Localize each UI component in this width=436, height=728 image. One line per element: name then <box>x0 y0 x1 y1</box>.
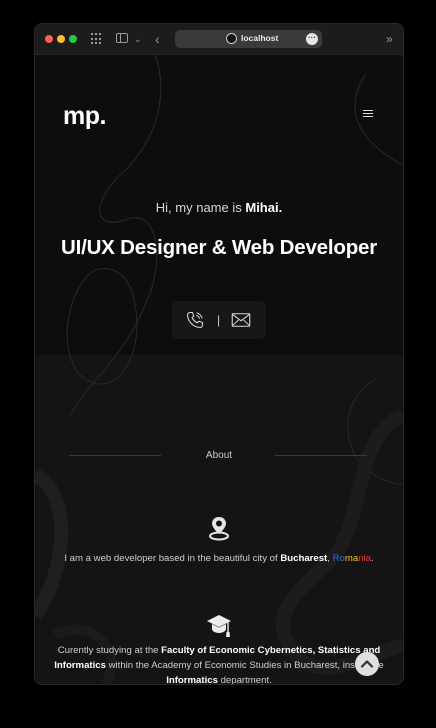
greeting-prefix: Hi, my name is <box>155 200 246 215</box>
url-text: localhost <box>241 33 279 43</box>
chevron-up-icon <box>360 660 374 668</box>
edu-suffix: department. <box>217 675 272 684</box>
page-content: mp. Hi, my name is Mihai. UI/UX Designer… <box>35 55 403 684</box>
menu-icon[interactable] <box>363 110 373 118</box>
decorative-lines <box>35 55 403 684</box>
graduation-cap-icon <box>207 615 231 637</box>
city: Bucharest <box>280 553 328 564</box>
mail-icon[interactable] <box>231 312 251 328</box>
address-bar[interactable]: localhost ··· <box>175 30 322 48</box>
globe-icon <box>226 33 237 44</box>
location-text: I am a web developer based in the beauti… <box>35 553 403 564</box>
zoom-window-button[interactable] <box>69 35 77 43</box>
sidebar-icon[interactable] <box>116 33 128 43</box>
contact-separator: | <box>217 313 221 327</box>
education-text: Curently studying at the Faculty of Econ… <box>51 643 387 684</box>
country-part-2: ma <box>344 553 359 564</box>
edu-prefix: Curently studying at the <box>57 645 162 656</box>
double-chevron-icon[interactable]: » <box>386 30 393 48</box>
country-part-3: nia <box>358 553 371 564</box>
minimize-window-button[interactable] <box>57 35 65 43</box>
country-part-1: Ro <box>332 553 345 564</box>
location-pin-icon <box>209 517 229 541</box>
department-name: Informatics <box>166 675 218 684</box>
grid-icon[interactable] <box>91 33 103 45</box>
edu-mid: within the Academy of Economic Studies i… <box>105 660 384 671</box>
browser-titlebar: ⌄ ‹ localhost ··· » <box>35 24 403 55</box>
chevron-down-icon[interactable]: ⌄ <box>134 30 142 48</box>
back-arrow-icon[interactable]: ‹ <box>155 30 160 48</box>
period: . <box>371 553 374 564</box>
browser-window: ⌄ ‹ localhost ··· » mp. Hi, my name is M… <box>34 23 404 685</box>
location-prefix: I am a web developer based in the beauti… <box>64 553 281 564</box>
more-icon[interactable]: ··· <box>306 33 318 45</box>
contact-links: | <box>172 301 266 339</box>
greeting: Hi, my name is Mihai. <box>35 200 403 215</box>
logo[interactable]: mp. <box>63 102 106 131</box>
divider-right <box>275 455 367 456</box>
page-title: UI/UX Designer & Web Developer <box>60 236 377 259</box>
close-window-button[interactable] <box>45 35 53 43</box>
phone-icon[interactable] <box>185 310 205 330</box>
greeting-name: Mihai. <box>245 200 283 215</box>
scroll-to-top-button[interactable] <box>355 652 379 676</box>
